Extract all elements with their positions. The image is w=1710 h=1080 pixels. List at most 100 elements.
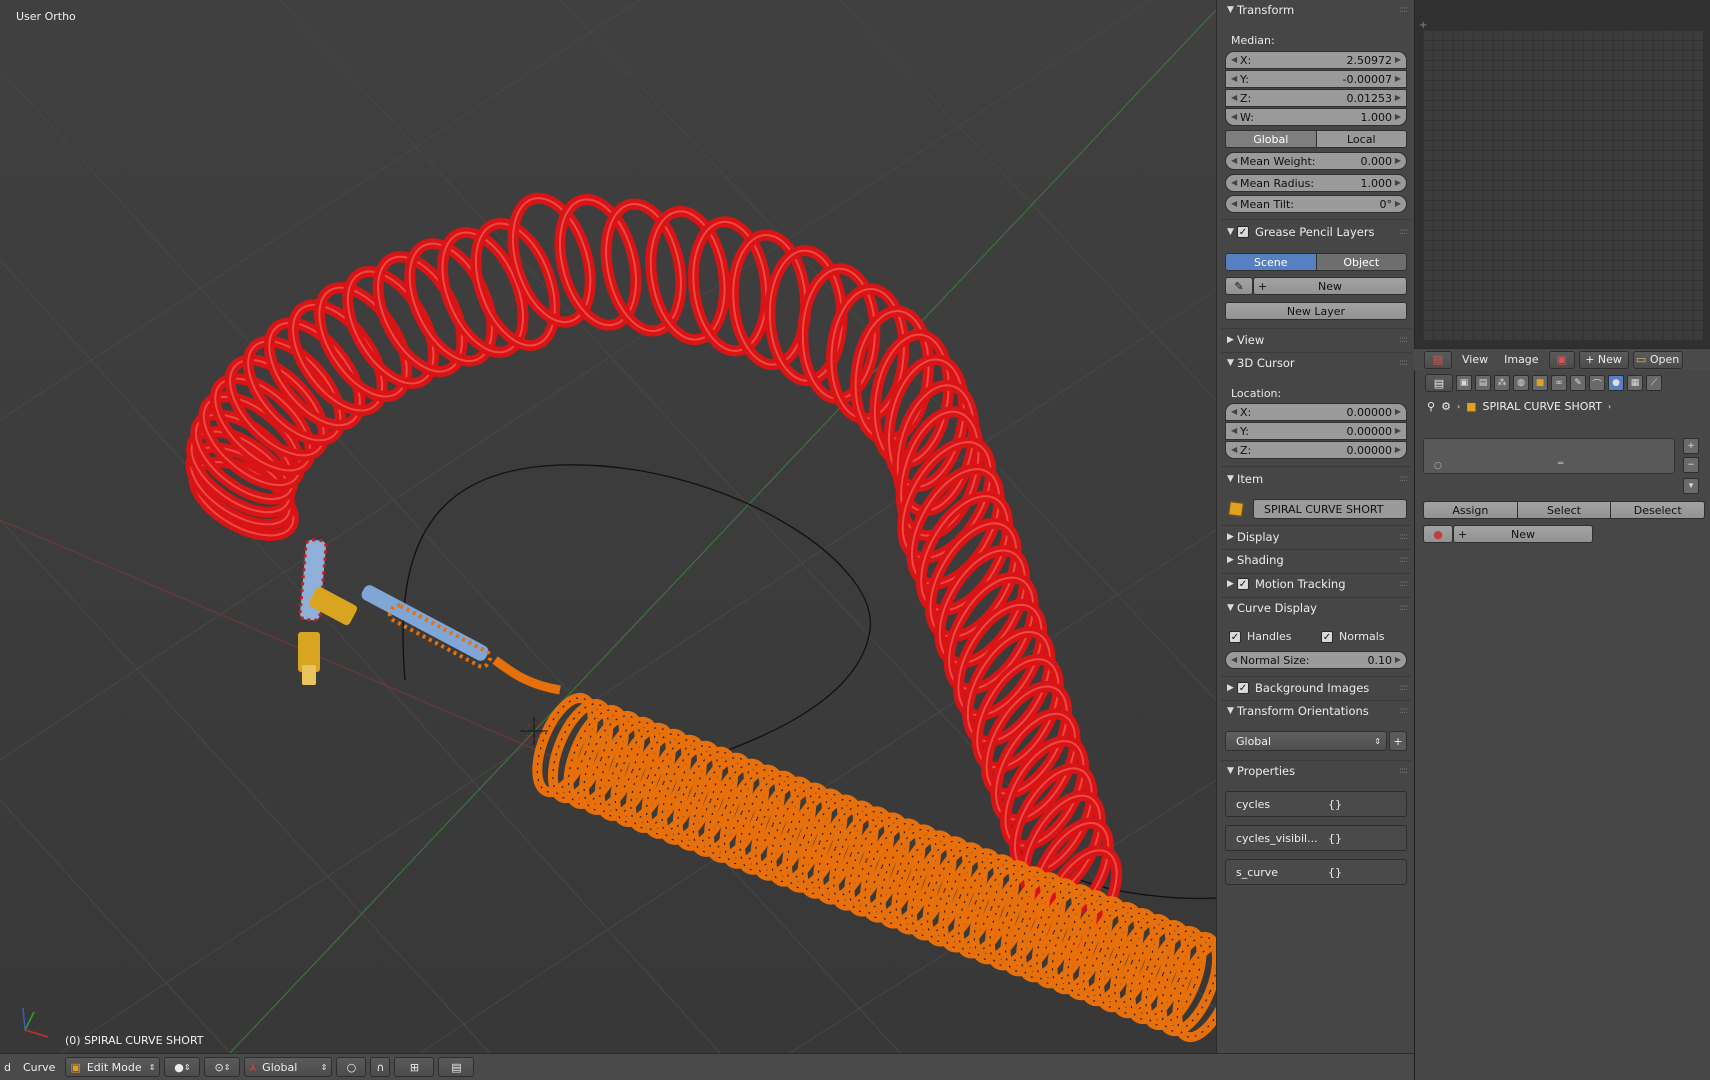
- drag-grip-icon[interactable]: ::::: [1399, 603, 1408, 613]
- data-icon[interactable]: ⌒: [1589, 375, 1605, 391]
- drag-grip-icon[interactable]: ::::: [1399, 706, 1408, 716]
- normals-checkbox[interactable]: ✓: [1321, 630, 1333, 643]
- object-button[interactable]: Object: [1315, 254, 1406, 270]
- proportional-icon: ○: [346, 1060, 357, 1074]
- normal-size-field[interactable]: ◀ Normal Size: 0.10 ▶: [1225, 651, 1407, 669]
- property-row[interactable]: s_curve {}: [1225, 859, 1407, 885]
- deselect-button[interactable]: Deselect: [1610, 502, 1704, 518]
- orientation-select[interactable]: Global ⇕: [1225, 731, 1387, 751]
- mean-weight-field[interactable]: ◀ Mean Weight: 0.000 ▶: [1225, 152, 1407, 170]
- orientation-dropdown[interactable]: ⅄ Global ⇕: [244, 1057, 333, 1077]
- item-name-field[interactable]: SPIRAL CURVE SHORT: [1253, 499, 1407, 519]
- drag-grip-icon[interactable]: ::::: [1399, 474, 1408, 484]
- view-menu[interactable]: View: [1456, 353, 1494, 366]
- material-slot-list[interactable]: ○ ═: [1423, 438, 1675, 474]
- view-header[interactable]: ▶ View::::: [1217, 330, 1415, 350]
- motion-tracking-checkbox[interactable]: ✓: [1237, 578, 1249, 590]
- pivot-select[interactable]: ⊙ ⇕: [204, 1057, 241, 1077]
- add-orientation-button[interactable]: +: [1389, 731, 1407, 751]
- drag-grip-icon[interactable]: ::::: [1399, 766, 1408, 776]
- mean-radius-field[interactable]: ◀ Mean Radius: 1.000 ▶: [1225, 174, 1407, 192]
- image-canvas[interactable]: [1423, 30, 1703, 340]
- image-new-button[interactable]: + New: [1578, 350, 1629, 369]
- background-images-header[interactable]: ▶ ✓ Background Images::::: [1217, 678, 1415, 698]
- 3d-viewport[interactable]: User Ortho (0) SPIRAL CURVE SHORT: [0, 0, 1216, 1053]
- item-header[interactable]: ▼ Item::::: [1217, 469, 1415, 489]
- scene-icon[interactable]: ⁂: [1494, 375, 1510, 391]
- mode-select[interactable]: ▣ Edit Mode ⇕: [65, 1057, 161, 1077]
- cursor-z-field[interactable]: ◀ Z: 0.00000 ▶: [1225, 441, 1407, 459]
- select-button[interactable]: Select: [1516, 502, 1611, 518]
- texture-icon[interactable]: ▦: [1627, 375, 1643, 391]
- background-images-checkbox[interactable]: ✓: [1237, 682, 1249, 694]
- 3d-cursor-header[interactable]: ▼ 3D Cursor::::: [1217, 353, 1415, 373]
- cursor-x-field[interactable]: ◀ X: 0.00000 ▶: [1225, 403, 1407, 421]
- editor-type-select[interactable]: ▤: [1424, 350, 1452, 369]
- scene-button[interactable]: Scene: [1226, 254, 1316, 270]
- median-y-field[interactable]: ◀ Y: -0.00007 ▶: [1225, 70, 1407, 88]
- pencil-datablock-icon[interactable]: ✎: [1225, 277, 1253, 295]
- median-x-field[interactable]: ◀ X: 2.50972 ▶: [1225, 51, 1407, 69]
- physics-icon[interactable]: ⟋: [1646, 375, 1662, 391]
- drag-grip-icon[interactable]: ::::: [1399, 227, 1408, 237]
- property-row[interactable]: cycles {}: [1225, 791, 1407, 817]
- world-icon[interactable]: ◍: [1513, 375, 1529, 391]
- median-z-field[interactable]: ◀ Z: 0.01253 ▶: [1225, 89, 1407, 107]
- handles-toggle[interactable]: ✓ Handles: [1229, 630, 1292, 643]
- object-icon[interactable]: ■: [1532, 375, 1548, 391]
- normals-toggle[interactable]: ✓ Normals: [1321, 630, 1385, 643]
- image-browse-button[interactable]: ▣: [1548, 350, 1575, 369]
- drag-grip-icon[interactable]: ::::: [1399, 555, 1408, 565]
- material-new-button[interactable]: + New: [1453, 525, 1593, 543]
- properties-header[interactable]: ▼ Properties::::: [1217, 761, 1415, 781]
- new-layer-button[interactable]: New Layer: [1225, 302, 1407, 320]
- image-editor[interactable]: +: [1414, 0, 1710, 348]
- assign-button[interactable]: Assign: [1424, 502, 1517, 518]
- drag-grip-icon[interactable]: ::::: [1399, 5, 1408, 15]
- slot-specials-button[interactable]: ▾: [1683, 478, 1699, 494]
- modifiers-icon[interactable]: ✎: [1570, 375, 1586, 391]
- transform-orientations-header[interactable]: ▼ Transform Orientations::::: [1217, 701, 1415, 721]
- viewport-shading-select[interactable]: ● ⇕: [164, 1057, 201, 1077]
- global-button[interactable]: Global: [1226, 131, 1316, 147]
- handles-checkbox[interactable]: ✓: [1229, 630, 1241, 643]
- transform-header[interactable]: ▼ Transform::::: [1217, 0, 1415, 20]
- mean-tilt-field[interactable]: ◀ Mean Tilt: 0° ▶: [1225, 195, 1407, 213]
- pin-icon[interactable]: ⚲: [1427, 400, 1435, 413]
- grease-new-button[interactable]: + New: [1253, 277, 1407, 295]
- render-icon[interactable]: ▣: [1456, 375, 1472, 391]
- median-w-field[interactable]: ◀ W: 1.000 ▶: [1225, 108, 1407, 126]
- snap-toggle[interactable]: ∩: [370, 1057, 391, 1077]
- display-header[interactable]: ▶ Display::::: [1217, 527, 1415, 547]
- add-slot-button[interactable]: +: [1683, 438, 1699, 454]
- remove-slot-button[interactable]: −: [1683, 457, 1699, 473]
- curve-menu[interactable]: Curve: [17, 1061, 61, 1074]
- cursor-y-field[interactable]: ◀ Y: 0.00000 ▶: [1225, 422, 1407, 440]
- render-layers-icon[interactable]: ▤: [1475, 375, 1491, 391]
- drag-grip-icon[interactable]: ::::: [1399, 358, 1408, 368]
- area-corner-icon[interactable]: +: [1419, 20, 1427, 31]
- drag-grip-icon[interactable]: ::::: [1399, 579, 1408, 589]
- motion-tracking-header[interactable]: ▶ ✓ Motion Tracking::::: [1217, 574, 1415, 594]
- snap-grid-icon: ⊞: [409, 1060, 420, 1074]
- render-buttons[interactable]: ▤: [438, 1057, 475, 1077]
- grease-pencil-header[interactable]: ▼ ✓ Grease Pencil Layers::::: [1217, 222, 1415, 242]
- z-value: 0.00000: [1346, 443, 1393, 457]
- material-browse-button[interactable]: ●: [1423, 525, 1453, 543]
- image-open-button[interactable]: ▭ Open: [1632, 350, 1683, 369]
- curve-display-header[interactable]: ▼ Curve Display::::: [1217, 598, 1415, 618]
- proportional-edit-select[interactable]: ○: [336, 1057, 367, 1077]
- snap-element-select[interactable]: ⊞: [394, 1057, 435, 1077]
- property-row[interactable]: cycles_visibil... {}: [1225, 825, 1407, 851]
- constraints-icon[interactable]: ∞: [1551, 375, 1567, 391]
- drag-grip-icon[interactable]: ::::: [1399, 335, 1408, 345]
- drag-grip-icon[interactable]: ::::: [1399, 683, 1408, 693]
- material-icon[interactable]: ●: [1608, 375, 1624, 391]
- drag-grip-icon[interactable]: ::::: [1399, 532, 1408, 542]
- resize-grip-icon[interactable]: ═: [1558, 459, 1563, 469]
- shading-header[interactable]: ▶ Shading::::: [1217, 550, 1415, 570]
- image-menu[interactable]: Image: [1498, 353, 1544, 366]
- local-button[interactable]: Local: [1315, 131, 1406, 147]
- grease-pencil-checkbox[interactable]: ✓: [1237, 226, 1249, 238]
- editor-type-select[interactable]: ▤: [1425, 374, 1453, 392]
